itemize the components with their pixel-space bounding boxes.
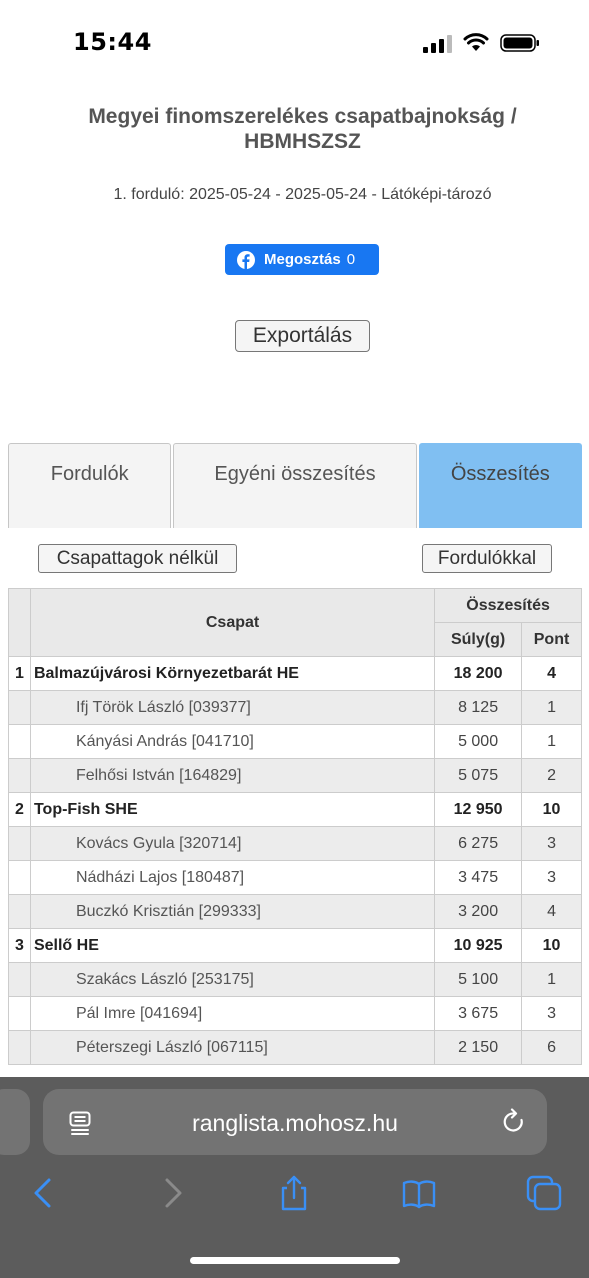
- tab-fordulok[interactable]: Fordulók: [8, 443, 172, 528]
- member-weight: 5 100: [434, 962, 523, 997]
- browser-toolbar: ranglista.mohosz.hu: [0, 1077, 589, 1278]
- member-points: 1: [521, 724, 582, 759]
- standings-table: Csapat Összesítés Súly(g) Pont 1 Balmazú…: [8, 588, 582, 1065]
- standings-table-container: Csapat Összesítés Súly(g) Pont 1 Balmazú…: [8, 588, 582, 1078]
- member-points: 4: [521, 894, 582, 929]
- share-count: 0: [346, 251, 356, 268]
- member-name: Péterszegi László [067115]: [29, 1030, 436, 1065]
- member-name: Buczkó Krisztián [299333]: [29, 894, 436, 929]
- member-rank-cell: [8, 690, 31, 725]
- points-header: Pont: [521, 622, 582, 657]
- member-rank-cell: [8, 724, 31, 759]
- team-name: Top-Fish SHE: [29, 792, 436, 827]
- team-header: Csapat: [29, 588, 436, 657]
- status-time: 15:44: [73, 28, 152, 56]
- member-row: Ifj Török László [039377] 8 125 1: [8, 690, 582, 725]
- member-rank-cell: [8, 1030, 31, 1065]
- member-row: Buczkó Krisztián [299333] 3 200 4: [8, 894, 582, 929]
- member-points: 3: [521, 996, 582, 1031]
- team-rank: 2: [8, 792, 31, 827]
- without-members-toggle-button[interactable]: Csapattagok nélkül: [38, 544, 237, 573]
- member-weight: 3 475: [434, 860, 523, 895]
- facebook-icon: [237, 250, 255, 269]
- member-row: Nádházi Lajos [180487] 3 475 3: [8, 860, 582, 895]
- tab-bar: Fordulók Egyéni összesítés Összesítés: [8, 443, 582, 528]
- member-row: Péterszegi László [067115] 2 150 6: [8, 1030, 582, 1065]
- bookmarks-icon[interactable]: [401, 1175, 437, 1211]
- round-info: 1. forduló: 2025-05-24 - 2025-05-24 - Lá…: [113, 186, 492, 203]
- member-row: Kányási András [041710] 5 000 1: [8, 724, 582, 759]
- member-rank-cell: [8, 758, 31, 793]
- member-name: Kányási András [041710]: [29, 724, 436, 759]
- wifi-icon: [463, 33, 489, 51]
- member-points: 1: [521, 690, 582, 725]
- member-name: Ifj Török László [039377]: [29, 690, 436, 725]
- team-row: 1 Balmazújvárosi Környezetbarát HE 18 20…: [8, 656, 582, 691]
- member-weight: 5 075: [434, 758, 523, 793]
- tab-osszesites[interactable]: Összesítés: [418, 443, 582, 528]
- reload-icon[interactable]: [501, 1108, 527, 1136]
- rank-header: [8, 588, 31, 657]
- page-title: Megyei finomszerelékes csapatbajnokság /…: [88, 105, 517, 153]
- member-name: Kovács Gyula [320714]: [29, 826, 436, 861]
- team-name: Balmazújvárosi Környezetbarát HE: [29, 656, 436, 691]
- team-rank: 1: [8, 656, 31, 691]
- member-points: 1: [521, 962, 582, 997]
- member-weight: 8 125: [434, 690, 523, 725]
- member-weight: 5 000: [434, 724, 523, 759]
- tabs-icon[interactable]: [526, 1175, 562, 1211]
- summary-group-header: Összesítés: [434, 588, 582, 623]
- export-button[interactable]: Exportálás: [235, 320, 370, 352]
- member-row: Felhősi István [164829] 5 075 2: [8, 758, 582, 793]
- member-weight: 3 200: [434, 894, 523, 929]
- back-icon[interactable]: [26, 1175, 62, 1211]
- team-rank: 3: [8, 928, 31, 963]
- weight-header: Súly(g): [434, 622, 523, 657]
- member-weight: 2 150: [434, 1030, 523, 1065]
- team-points: 10: [521, 792, 582, 827]
- member-points: 2: [521, 758, 582, 793]
- member-name: Pál Imre [041694]: [29, 996, 436, 1031]
- member-rank-cell: [8, 962, 31, 997]
- member-row: Kovács Gyula [320714] 6 275 3: [8, 826, 582, 861]
- member-rank-cell: [8, 996, 31, 1031]
- member-name: Szakács László [253175]: [29, 962, 436, 997]
- member-rank-cell: [8, 894, 31, 929]
- team-points: 10: [521, 928, 582, 963]
- team-weight: 12 950: [434, 792, 523, 827]
- url-text: ranglista.mohosz.hu: [192, 1110, 398, 1136]
- cellular-signal-icon: [423, 35, 452, 53]
- tab-egyeni-osszesites[interactable]: Egyéni összesítés: [173, 443, 417, 528]
- share-label: Megosztás: [264, 251, 341, 268]
- member-points: 6: [521, 1030, 582, 1065]
- share-icon[interactable]: [276, 1175, 312, 1211]
- member-points: 3: [521, 860, 582, 895]
- status-bar: 15:44: [0, 0, 589, 80]
- battery-icon: [500, 34, 539, 52]
- member-weight: 6 275: [434, 826, 523, 861]
- member-name: Nádházi Lajos [180487]: [29, 860, 436, 895]
- member-rank-cell: [8, 860, 31, 895]
- member-weight: 3 675: [434, 996, 523, 1031]
- member-row: Szakács László [253175] 5 100 1: [8, 962, 582, 997]
- member-name: Felhősi István [164829]: [29, 758, 436, 793]
- team-row: 3 Sellő HE 10 925 10: [8, 928, 582, 963]
- member-points: 3: [521, 826, 582, 861]
- facebook-share-button[interactable]: Megosztás 0: [225, 244, 379, 275]
- with-rounds-toggle-button[interactable]: Fordulókkal: [422, 544, 552, 573]
- address-bar[interactable]: ranglista.mohosz.hu: [43, 1089, 547, 1155]
- member-row: Pál Imre [041694] 3 675 3: [8, 996, 582, 1031]
- team-row: 2 Top-Fish SHE 12 950 10: [8, 792, 582, 827]
- team-weight: 18 200: [434, 656, 523, 691]
- home-indicator: [190, 1257, 400, 1264]
- forward-icon[interactable]: [154, 1175, 190, 1211]
- team-points: 4: [521, 656, 582, 691]
- member-rank-cell: [8, 826, 31, 861]
- team-name: Sellő HE: [29, 928, 436, 963]
- team-weight: 10 925: [434, 928, 523, 963]
- previous-tab-preview[interactable]: [0, 1089, 30, 1155]
